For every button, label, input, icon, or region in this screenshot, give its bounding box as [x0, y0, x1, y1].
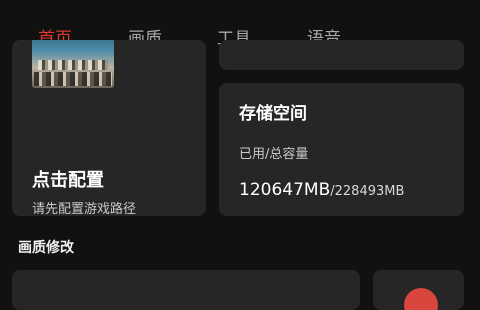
storage-used-value: 120647MB: [239, 180, 331, 200]
top-right-card[interactable]: [219, 40, 464, 70]
game-path-subtitle: 请先配置游戏路径: [32, 202, 137, 216]
quality-action-card[interactable]: [373, 270, 464, 310]
game-path-card[interactable]: 点击配置 请先配置游戏路径: [12, 40, 206, 216]
red-action-icon[interactable]: [404, 288, 438, 310]
storage-title: 存储空间: [239, 104, 307, 124]
game-path-title: 点击配置: [32, 170, 104, 191]
thumbnail-detail: [38, 60, 108, 70]
storage-card: 存储空间 已用/总容量 120647MB/228493MB: [219, 83, 464, 216]
game-thumbnail-image: [32, 40, 114, 88]
storage-total-value: 228493MB: [334, 184, 405, 199]
quality-modify-section-title: 画质修改: [18, 240, 74, 256]
thumbnail-detail: [34, 72, 112, 86]
storage-subtitle: 已用/总容量: [239, 147, 309, 162]
quality-option-card[interactable]: [12, 270, 360, 310]
storage-usage: 120647MB/228493MB: [239, 180, 404, 200]
